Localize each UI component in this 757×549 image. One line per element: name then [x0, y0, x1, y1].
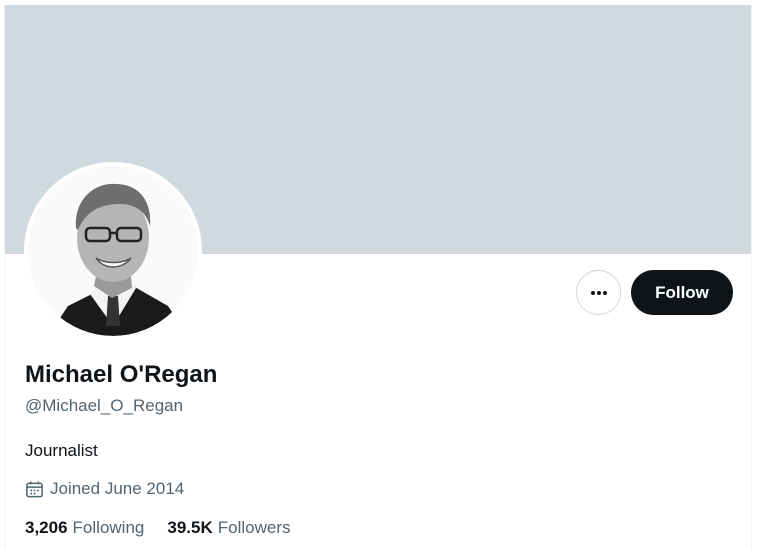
following-count: 3,206	[25, 518, 68, 537]
joined-date: Joined June 2014	[25, 479, 184, 499]
calendar-icon	[26, 480, 43, 497]
joined-text: Joined June 2014	[50, 479, 185, 498]
user-handle: @Michael_O_Regan	[25, 396, 184, 415]
following-label: Following	[72, 518, 145, 537]
profile-stats: 3,206 Following 39.5K Followers	[25, 518, 290, 538]
followers-count: 39.5K	[167, 518, 213, 537]
more-horizontal-icon	[590, 290, 607, 295]
display-name: Michael O'Regan	[25, 361, 218, 388]
follow-button[interactable]: Follow	[631, 270, 733, 315]
followers-label: Followers	[217, 518, 291, 537]
profile-card: Follow Michael O'Regan @Michael_O_Regan …	[4, 5, 752, 549]
more-options-button[interactable]	[576, 270, 621, 315]
following-link[interactable]: 3,206 Following	[25, 518, 144, 538]
profile-bio: Journalist	[25, 441, 98, 460]
followers-link[interactable]: 39.5K Followers	[167, 518, 290, 538]
avatar[interactable]	[24, 162, 202, 340]
avatar-photo	[28, 166, 198, 336]
